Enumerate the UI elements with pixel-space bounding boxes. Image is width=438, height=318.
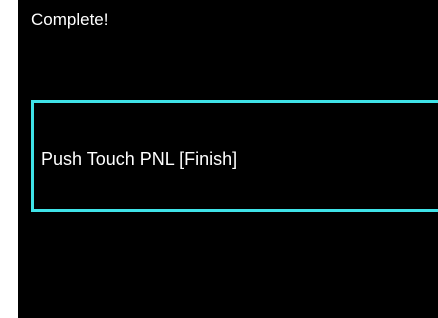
finish-prompt-text: Push Touch PNL [Finish] — [41, 149, 238, 169]
completion-title: Complete! — [31, 10, 109, 29]
device-screen: Complete! Push Touch PNL [Finish] — [18, 0, 438, 318]
finish-prompt-panel[interactable]: Push Touch PNL [Finish] — [31, 100, 438, 212]
